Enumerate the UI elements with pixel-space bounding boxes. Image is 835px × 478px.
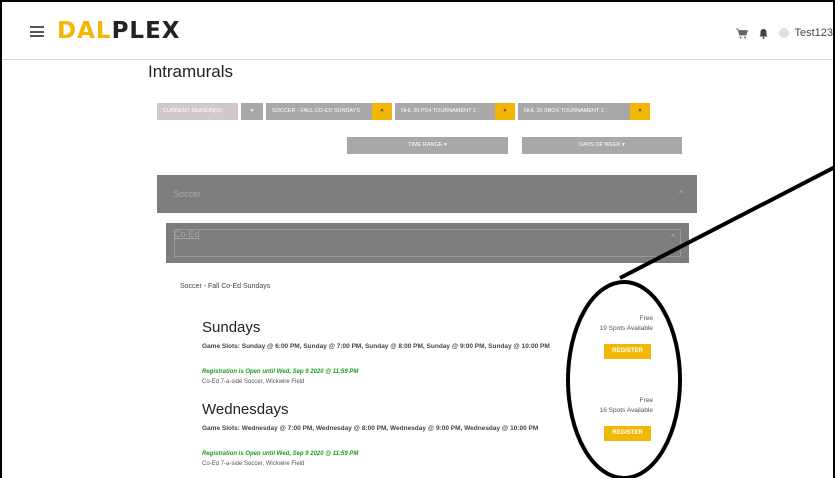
accordion-coed-label[interactable]: Co-Ed bbox=[174, 229, 200, 239]
current-season-label: CURRENT SEASON(S): bbox=[157, 103, 238, 120]
accordion-coed-outline bbox=[174, 229, 681, 257]
avatar[interactable] bbox=[779, 28, 790, 38]
remove-chip-nhl-xbox-button[interactable]: × bbox=[630, 103, 650, 120]
registration-status: Registration is Open until Wed, Sep 9 20… bbox=[202, 451, 359, 457]
hamburger-icon[interactable] bbox=[30, 26, 44, 37]
user-area: Test123 bbox=[736, 25, 833, 41]
price-label: Free bbox=[639, 315, 653, 322]
venue-text: Co-Ed 7-a-side Soccer, Wickwire Field bbox=[202, 379, 305, 385]
page-title: Intramurals bbox=[148, 62, 234, 81]
bell-icon[interactable] bbox=[758, 28, 769, 39]
accordion-soccer[interactable]: Soccer ^ bbox=[157, 175, 697, 213]
accordion-coed[interactable]: Co-Ed ^ bbox=[166, 223, 689, 263]
season-dropdown-button[interactable]: ▾ bbox=[241, 103, 263, 120]
game-slots-text: Game Slots: Wednesday @ 7:00 PM, Wednesd… bbox=[202, 425, 539, 432]
days-of-week-dropdown[interactable]: DAYS OF WEEK ▾ bbox=[522, 137, 682, 154]
price-label: Free bbox=[639, 397, 653, 404]
remove-chip-nhl-ps4-button[interactable]: × bbox=[495, 103, 515, 120]
season-chip-soccer: SOCCER - FALL CO-ED SUNDAYS bbox=[266, 103, 372, 120]
chevron-up-icon: ^ bbox=[671, 233, 675, 242]
logo-part-dal: DAL bbox=[57, 18, 112, 44]
venue-text: Co-Ed 7-a-side Soccer, Wickwire Field bbox=[202, 461, 305, 467]
chevron-up-icon: ^ bbox=[679, 189, 683, 198]
season-chip-nhl-ps4: NHL 20 PS4 TOURNAMENT 1 bbox=[395, 103, 495, 120]
season-chip-nhl-xbox: NHL 20 XBOX TOURNAMENT 1 bbox=[518, 103, 630, 120]
registration-status: Registration is Open until Wed, Sep 9 20… bbox=[202, 369, 359, 375]
game-slots-text: Game Slots: Sunday @ 6:00 PM, Sunday @ 7… bbox=[202, 343, 550, 350]
top-navigation-bar: DALPLEX Test123 bbox=[2, 2, 833, 60]
time-range-dropdown[interactable]: TIME RANGE ▾ bbox=[347, 137, 508, 154]
session-day-title: Sundays bbox=[202, 319, 261, 336]
accordion-soccer-label: Soccer bbox=[173, 189, 202, 199]
spots-available: 16 Spots Available bbox=[599, 407, 653, 414]
register-button-sundays[interactable]: REGISTER bbox=[604, 344, 651, 359]
register-button-wednesdays[interactable]: REGISTER bbox=[604, 426, 651, 441]
session-day-title: Wednesdays bbox=[202, 401, 289, 418]
spots-available: 19 Spots Available bbox=[599, 325, 653, 332]
remove-chip-soccer-button[interactable]: × bbox=[372, 103, 392, 120]
cart-icon[interactable] bbox=[736, 28, 749, 39]
username[interactable]: Test123 bbox=[794, 27, 833, 39]
season-filter-row: CURRENT SEASON(S): ▾ SOCCER - FALL CO-ED… bbox=[157, 103, 650, 120]
logo-part-plex: PLEX bbox=[111, 18, 181, 44]
dalplex-logo[interactable]: DALPLEX bbox=[57, 18, 181, 44]
league-name: Soccer - Fall Co-Ed Sundays bbox=[180, 283, 271, 290]
